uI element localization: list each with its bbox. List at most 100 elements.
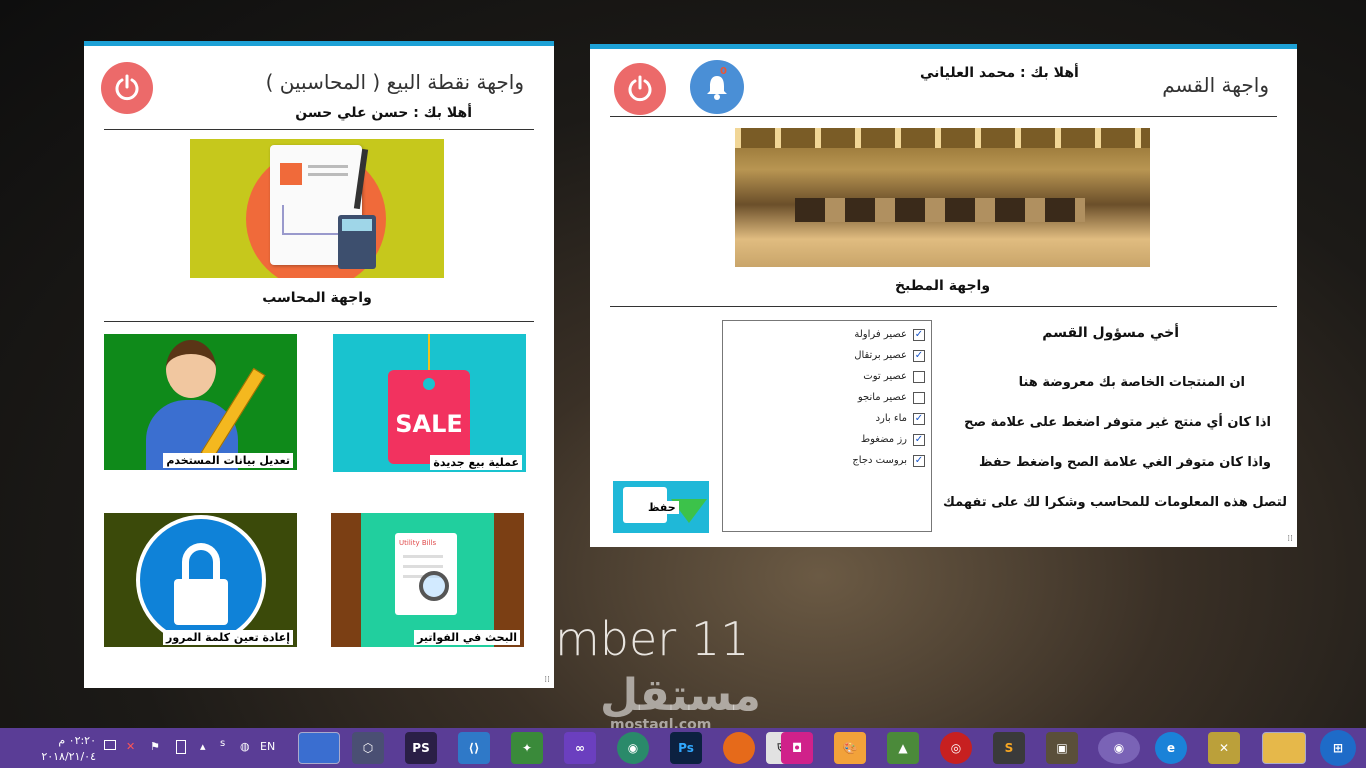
item-label: عصير فراولة [854,329,907,340]
paint-palette-icon[interactable]: 🎨 [834,732,866,764]
firefox-icon[interactable] [723,732,755,764]
kitchen-interface-image[interactable] [735,128,1150,267]
vscode-icon[interactable]: ⟨⟩ [458,732,490,764]
photoshop-icon[interactable]: Ps [670,732,702,764]
checklist-item[interactable]: عصير مانجو [729,387,925,408]
app-red-icon[interactable]: ◎ [940,732,972,764]
welcome-text: أهلا بك : حسن علي حسن [295,105,472,121]
user-avatar-icon [166,340,216,398]
item-label: عصير مانجو [857,392,907,403]
window-title: واجهة القسم [1162,73,1269,97]
search-invoices-tile[interactable]: Utility Bills البحث في الفواتير [331,513,524,647]
globe-icon[interactable]: ◍ [240,740,250,753]
app-pink-icon[interactable]: ◘ [781,732,813,764]
network-icon[interactable] [104,740,116,750]
item-label: بروست دجاج [852,455,907,466]
reset-password-label: إعادة تعين كلمة المرور [163,630,293,645]
item-label: عصير برتقال [854,350,907,361]
edit-user-tile[interactable]: تعديل بيانات المستخدم [104,334,297,470]
notification-count: 0 [720,66,727,77]
tools-icon[interactable]: ✕ [1208,732,1240,764]
taskbar: ٠٢:٢٠ م ٢٠١٨/٢١/٠٤ ✕ ⚑ ▴ s ◍ EN ⬡ PS ⟨⟩ … [0,728,1366,768]
bird-app-icon[interactable]: ✦ [511,732,543,764]
kitchen-caption: واجهة المطبخ [894,278,991,294]
android-studio-icon[interactable]: ▲ [887,732,919,764]
utility-bills-text: Utility Bills [399,539,437,547]
internet-explorer-icon[interactable]: e [1155,732,1187,764]
logout-button[interactable] [101,62,153,114]
sublime-text-icon[interactable]: S [993,732,1025,764]
save-label: حفظ [645,501,679,514]
show-desktop-icon[interactable] [298,732,340,764]
desktop-date-text: mber 11 [555,612,750,666]
item-checkbox[interactable]: ✓ [913,328,925,341]
window-title: واجهة نقطة البيع ( المحاسبين ) [265,70,524,94]
welcome-text: أهلا بك : محمد العلياني [920,65,1079,81]
visual-studio-icon[interactable]: ∞ [564,732,596,764]
checklist-item[interactable]: ماء بارد ✓ [729,408,925,429]
app-hex-icon[interactable]: ⬡ [352,732,384,764]
info-line-3: واذا كان متوفر الغي علامة الصح واضغط حفظ [978,455,1271,470]
item-checkbox[interactable] [913,370,925,383]
divider [610,116,1277,117]
sale-tag-icon: SALE [388,370,470,464]
checklist-item[interactable]: عصير فراولة ✓ [729,324,925,345]
file-explorer-icon[interactable] [1262,732,1306,764]
item-checkbox[interactable]: ✓ [913,412,925,425]
watermark-text: مستقل [600,670,761,721]
checklist-item[interactable]: عصير توت [729,366,925,387]
accountant-caption: واجهة المحاسب [262,290,372,306]
checklist-item[interactable]: بروست دجاج ✓ [729,450,925,471]
volume-muted-icon[interactable]: ✕ [126,740,135,753]
sale-tag-text: SALE [395,410,463,438]
show-hidden-icons-chevron-icon[interactable]: ▴ [200,740,206,753]
item-checkbox[interactable]: ✓ [913,349,925,362]
item-label: رز مضغوط [860,434,907,445]
accountant-interface-image[interactable] [190,139,444,278]
divider [104,321,534,322]
item-checkbox[interactable] [913,391,925,404]
save-button[interactable]: حفظ [613,481,709,533]
phpstorm-icon[interactable]: PS [405,732,437,764]
resize-grip[interactable]: ⁞⁞ [544,675,550,685]
item-checkbox[interactable]: ✓ [913,433,925,446]
lock-shackle-icon [182,543,220,583]
info-greeting: أخي مسؤول القسم [1042,325,1179,341]
chrome-icon[interactable]: ◉ [1098,732,1140,764]
new-sale-label: عملية بيع جديدة [430,455,522,470]
info-line-1: ان المنتجات الخاصة بك معروضة هنا [1018,375,1245,390]
department-window: 0 أهلا بك : محمد العلياني واجهة القسم وا… [590,44,1297,547]
gitkraken-icon[interactable]: ◉ [617,732,649,764]
reset-password-tile[interactable]: إعادة تعين كلمة المرور [104,513,297,647]
pos-accountant-window: واجهة نقطة البيع ( المحاسبين ) أهلا بك :… [84,41,554,688]
logout-button[interactable] [614,63,666,115]
item-label: عصير توت [863,371,907,382]
info-line-2: اذا كان أي منتج غير متوفر اضغط على علامة… [964,415,1271,430]
item-checkbox[interactable]: ✓ [913,454,925,467]
start-button-icon[interactable]: ⊞ [1320,730,1356,766]
new-sale-tile[interactable]: SALE عملية بيع جديدة [333,334,526,472]
language-indicator[interactable]: EN [260,740,275,753]
edit-user-label: تعديل بيانات المستخدم [163,453,293,468]
checklist-item[interactable]: رز مضغوط ✓ [729,429,925,450]
watermark: مستقل mostaql.com [600,670,761,733]
ime-icon[interactable]: s [220,738,225,749]
notifications-button[interactable]: 0 [690,60,744,114]
calculator-icon [338,215,376,269]
clock-date[interactable]: ٢٠١٨/٢١/٠٤ [26,750,96,763]
products-checklist: عصير فراولة ✓ عصير برتقال ✓ عصير توت عصي… [722,320,932,532]
power-icon [628,75,652,102]
battery-icon[interactable] [176,740,186,754]
lock-icon [174,579,228,625]
power-icon [115,74,139,101]
magnifier-icon [419,571,449,601]
info-line-4: لتصل هذه المعلومات للمحاسب وشكرا لك على … [943,495,1287,510]
resize-grip[interactable]: ⁞⁞ [1287,534,1293,544]
checklist-item[interactable]: عصير برتقال ✓ [729,345,925,366]
bell-icon [707,76,727,100]
clock-time[interactable]: ٠٢:٢٠ م [26,734,96,747]
flag-icon[interactable]: ⚑ [150,740,160,753]
system-tray: ٠٢:٢٠ م ٢٠١٨/٢١/٠٤ ✕ ⚑ ▴ s ◍ EN [0,728,290,768]
camera-app-icon[interactable]: ▣ [1046,732,1078,764]
search-invoices-label: البحث في الفواتير [414,630,520,645]
